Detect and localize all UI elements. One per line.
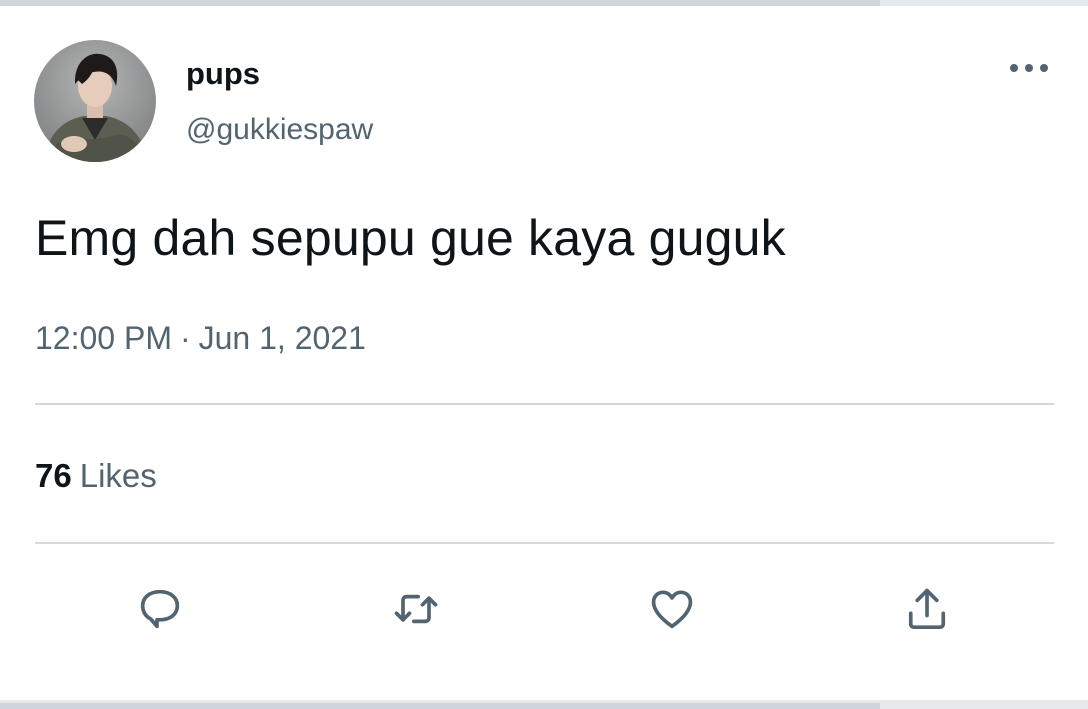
more-dots-icon <box>1010 64 1048 72</box>
tweet-timestamp[interactable]: 12:00 PM · Jun 1, 2021 <box>35 320 366 357</box>
heart-icon <box>651 590 693 629</box>
like-button[interactable] <box>643 580 701 638</box>
user-handle[interactable]: @gukkiespaw <box>186 113 373 147</box>
likes-count: 76 <box>35 457 72 494</box>
share-button[interactable] <box>898 580 956 638</box>
tweet-time[interactable]: 12:00 PM <box>35 320 172 357</box>
tweet-date[interactable]: Jun 1, 2021 <box>199 320 366 357</box>
avatar-photo-icon <box>34 40 156 162</box>
retweet-icon <box>394 594 438 624</box>
reply-button[interactable] <box>131 580 189 638</box>
reply-bubble-icon <box>140 589 180 629</box>
retweet-button[interactable] <box>387 580 445 638</box>
divider <box>35 403 1054 405</box>
meta-separator: · <box>179 320 191 356</box>
likes-stat[interactable]: 76 Likes <box>35 457 157 495</box>
more-options-button[interactable] <box>1002 50 1056 86</box>
tweet-text: Emg dah sepupu gue kaya guguk <box>35 210 786 266</box>
share-upload-icon <box>908 588 946 630</box>
likes-label: Likes <box>79 457 157 494</box>
display-name[interactable]: pups <box>186 56 260 92</box>
avatar[interactable] <box>34 40 156 162</box>
page-frame-bottom <box>0 703 880 709</box>
tweet-card: pups @gukkiespaw Emg dah sepupu gue kaya… <box>0 6 1088 700</box>
divider <box>35 542 1054 544</box>
